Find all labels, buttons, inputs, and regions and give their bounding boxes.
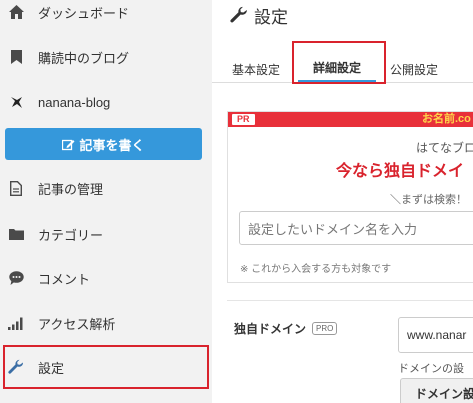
home-icon [8,4,24,20]
page-title-text: 設定 [254,7,288,27]
custom-domain-input[interactable]: www.nanar [398,317,473,353]
sidebar-item-analytics[interactable]: アクセス解析 [0,303,212,343]
sidebar-item-label: nanana-blog [38,94,111,110]
pro-badge: PRO [312,322,338,335]
tab-publish-settings[interactable]: 公開設定 [382,55,446,83]
edit-icon [62,139,75,150]
sidebar-item-subscriptions[interactable]: 購読中のブログ [0,37,212,77]
pr-badge: PR [232,114,255,125]
sidebar-item-label: ダッシュボード [38,5,130,21]
sidebar-item-label: アクセス解析 [38,316,116,332]
promo-note: ※ これから入会する方も対象です [240,264,392,275]
promo-text: はてなブロ [416,141,473,155]
bar-chart-icon [8,315,24,331]
write-article-button[interactable]: 記事を書く [5,128,202,160]
domain-settings-button[interactable]: ドメイン設 [400,378,473,403]
document-icon [8,180,24,196]
settings-highlight-box [3,345,209,389]
custom-domain-help: ドメインの設 [398,363,464,375]
domain-search-placeholder: 設定したいドメイン名を入力 [248,221,418,237]
promo-subtext: ＼まずは検索！ ド [390,194,473,206]
section-divider [227,300,473,301]
write-article-label: 記事を書く [79,137,145,153]
promo-header-bar: PR お名前.co [228,112,473,127]
sidebar-item-label: 購読中のブログ [38,50,130,66]
bookmark-icon [8,49,24,65]
tab-highlight-box [292,41,386,84]
main-content: 設定 基本設定 詳細設定 公開設定 PR お名前.co はてなブロ 今なら独自ド… [212,0,473,403]
sidebar: ダッシュボード 購読中のブログ nanana-blog 記事を書く 記事の管理 … [0,0,212,403]
custom-domain-value: www.nanar [407,328,467,342]
sidebar-item-dashboard[interactable]: ダッシュボード [0,0,212,32]
tab-label: 公開設定 [389,62,438,77]
promo-brand[interactable]: お名前.co [422,112,471,127]
sidebar-item-categories[interactable]: カテゴリー [0,214,212,254]
domain-promo-banner: PR お名前.co はてなブロ 今なら独自ドメイ ＼まずは検索！ ド 設定したい… [227,111,473,283]
folder-icon [8,226,24,242]
custom-domain-label: 独自ドメイン PRO [234,320,338,337]
custom-domain-label-text: 独自ドメイン [234,322,307,336]
domain-search-input[interactable]: 設定したいドメイン名を入力 [239,211,473,245]
blog-logo-icon [8,94,24,110]
sidebar-item-label: 記事の管理 [38,181,104,197]
sidebar-item-comments[interactable]: コメント [0,258,212,298]
sidebar-item-articles[interactable]: 記事の管理 [0,168,212,208]
wrench-icon [230,6,247,23]
tab-basic-settings[interactable]: 基本設定 [224,55,288,83]
promo-headline: 今なら独自ドメイ [336,163,465,180]
sidebar-item-label: カテゴリー [38,227,104,243]
sidebar-item-label: コメント [38,271,91,287]
domain-settings-label: ドメイン設 [415,386,473,401]
page-title: 設定 [230,2,288,28]
sidebar-item-blog[interactable]: nanana-blog [0,82,212,122]
comment-icon [8,270,24,286]
tab-label: 基本設定 [231,62,280,77]
